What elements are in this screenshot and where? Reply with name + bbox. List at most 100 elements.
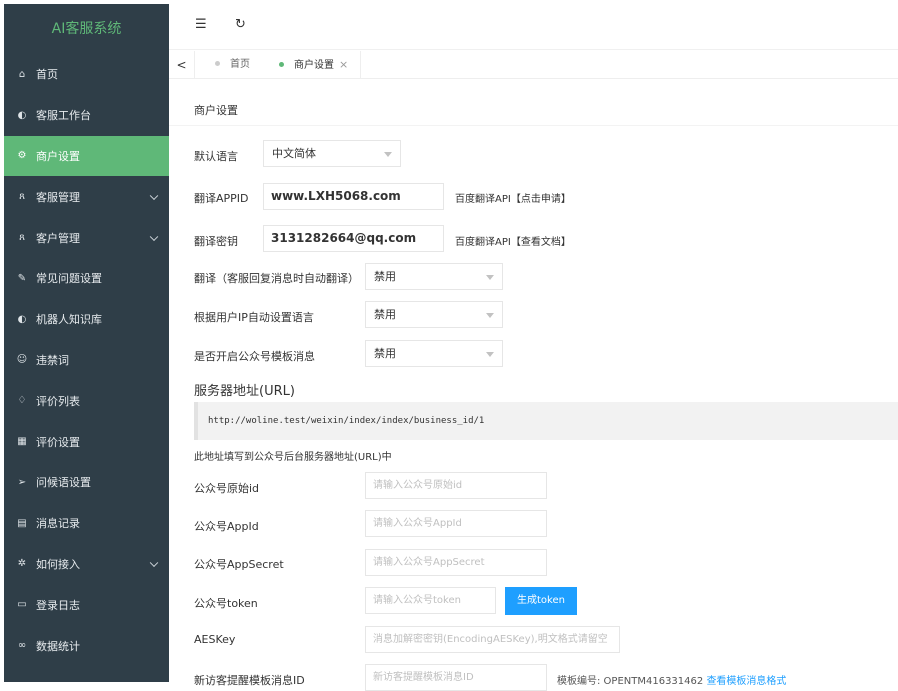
sidebar-item-6[interactable]: ◐ 机器人知识库: [4, 299, 169, 340]
thumbs-up-icon: ♢: [16, 395, 28, 406]
tab-merchant-settings[interactable]: 商户设置 ×: [279, 51, 361, 79]
default-language-value: 中文简体: [272, 147, 316, 160]
auto-translate-select[interactable]: 禁用: [365, 263, 503, 290]
mp-appid-input[interactable]: 请输入公众号AppId: [365, 510, 547, 537]
sidebar-item-10[interactable]: ➢ 问候语设置: [4, 462, 169, 503]
sidebar-item-5[interactable]: ✎ 常见问题设置: [4, 258, 169, 299]
translate-key-input[interactable]: 3131282664@qq.com: [263, 225, 444, 252]
template-msg-label: 是否开启公众号模板消息: [194, 348, 315, 364]
top-bar: ☰ ↻: [169, 4, 898, 50]
tab-bar: < 首页 商户设置 ×: [169, 51, 898, 79]
sidebar-item-label: 登录日志: [36, 597, 80, 613]
edit-icon: ✎: [16, 273, 28, 284]
ip-language-label: 根据用户IP自动设置语言: [194, 309, 314, 325]
default-language-select[interactable]: 中文简体: [263, 140, 401, 167]
server-url-note: 此地址填写到公众号后台服务器地址(URL)中: [194, 448, 392, 463]
server-url-code[interactable]: http://woline.test/weixin/index/index/bu…: [194, 402, 898, 440]
sidebar-item-3[interactable]: ጸ 客服管理: [4, 176, 169, 217]
translate-appid-label: 翻译APPID: [194, 190, 249, 206]
dropdown-arrow-icon: [384, 152, 392, 157]
chart-icon: ∞: [16, 640, 28, 651]
sidebar-item-label: 客服工作台: [36, 107, 91, 123]
home-icon: ⌂: [16, 69, 28, 80]
mp-token-input[interactable]: 请输入公众号token: [365, 587, 496, 614]
sidebar-item-label: 问候语设置: [36, 474, 91, 490]
headset-icon: ◐: [16, 110, 28, 121]
sidebar-item-label: 评价设置: [36, 434, 80, 450]
template-msg-select[interactable]: 禁用: [365, 340, 503, 367]
users-icon: ጸ: [16, 232, 28, 243]
sidebar-item-1[interactable]: ◐ 客服工作台: [4, 95, 169, 136]
sidebar-item-label: 客服管理: [36, 189, 80, 205]
visitor-template-input[interactable]: 新访客提醒模板消息ID: [365, 664, 547, 691]
plugin-icon: ✲: [16, 558, 28, 569]
server-url-title: 服务器地址(URL): [194, 380, 295, 399]
main-content: 商户设置 默认语言 中文简体 翻译APPID www.LXH5068.com 百…: [169, 80, 898, 682]
page-title: 商户设置: [194, 102, 238, 118]
tab-home[interactable]: 首页: [215, 51, 267, 79]
template-msg-value: 禁用: [374, 347, 396, 360]
sidebar-item-label: 商户设置: [36, 148, 80, 164]
sidebar-item-label: 机器人知识库: [36, 311, 102, 327]
sidebar-item-label: 违禁词: [36, 352, 69, 368]
visitor-template-code: 模板编号: OPENTM416331462 查看模板消息格式: [557, 672, 786, 687]
chevron-down-icon: [150, 232, 158, 240]
sidebar-item-7[interactable]: ☺ 违禁词: [4, 340, 169, 381]
sidebar-item-9[interactable]: ▦ 评价设置: [4, 421, 169, 462]
auto-translate-value: 禁用: [374, 270, 396, 283]
robot-icon: ◐: [16, 314, 28, 325]
calendar-icon: ▦: [16, 436, 28, 447]
app-title: AI客服系统: [4, 4, 169, 54]
sidebar-item-label: 消息记录: [36, 515, 80, 531]
window-icon: ▭: [16, 599, 28, 610]
mp-token-label: 公众号token: [194, 595, 258, 611]
generate-token-button[interactable]: 生成token: [505, 587, 577, 615]
sidebar-item-8[interactable]: ♢ 评价列表: [4, 380, 169, 421]
refresh-icon[interactable]: ↻: [235, 17, 246, 32]
translate-key-label: 翻译密钥: [194, 233, 238, 249]
sidebar: AI客服系统 ⌂ 首页 ◐ 客服工作台 ⚙ 商户设置 ጸ 客服管理 ጸ客户管理 ✎ 常见问题设置 ◐ 机…: [4, 4, 169, 682]
sidebar-item-13[interactable]: ▭ 登录日志: [4, 584, 169, 625]
sidebar-item-0[interactable]: ⌂ 首页: [4, 54, 169, 95]
dropdown-arrow-icon: [486, 275, 494, 280]
user-icon: ጸ: [16, 191, 28, 202]
face-icon: ☺: [16, 354, 28, 365]
sidebar-item-label: 首页: [36, 66, 58, 82]
sidebar-nav: ⌂ 首页 ◐ 客服工作台 ⚙ 商户设置 ጸ 客服管理 ጸ客户管理 ✎ 常见问题设置 ◐ 机器人知识库 ☺ 违…: [4, 54, 169, 666]
tab-scroll-left-icon[interactable]: <: [169, 51, 195, 79]
visitor-template-label: 新访客提醒模板消息ID: [194, 672, 305, 688]
sidebar-item-label: 如何接入: [36, 556, 80, 572]
mp-appsecret-label: 公众号AppSecret: [194, 556, 284, 572]
mp-original-id-label: 公众号原始id: [194, 480, 259, 496]
log-icon: ▤: [16, 518, 28, 529]
sidebar-item-2[interactable]: ⚙ 商户设置: [4, 136, 169, 177]
sidebar-item-14[interactable]: ∞ 数据统计: [4, 625, 169, 666]
sidebar-item-4[interactable]: ጸ客户管理: [4, 217, 169, 258]
default-language-label: 默认语言: [194, 148, 238, 164]
translate-key-helper[interactable]: 百度翻译API【查看文档】: [455, 233, 571, 248]
sidebar-item-12[interactable]: ✲ 如何接入: [4, 544, 169, 585]
title-divider: [169, 125, 898, 126]
mp-appid-label: 公众号AppId: [194, 518, 259, 534]
ip-language-select[interactable]: 禁用: [365, 301, 503, 328]
aeskey-input[interactable]: 消息加解密密钥(EncodingAESKey),明文格式请留空: [365, 626, 620, 653]
gear-icon: ⚙: [16, 150, 28, 161]
sidebar-item-label: 评价列表: [36, 393, 80, 409]
sidebar-item-label: 数据统计: [36, 638, 80, 654]
mp-appsecret-input[interactable]: 请输入公众号AppSecret: [365, 549, 547, 576]
tab-close-icon[interactable]: ×: [339, 58, 348, 71]
sidebar-item-11[interactable]: ▤ 消息记录: [4, 503, 169, 544]
dropdown-arrow-icon: [486, 313, 494, 318]
chevron-down-icon: [150, 191, 158, 199]
send-icon: ➢: [16, 477, 28, 488]
menu-toggle-icon[interactable]: ☰: [195, 17, 207, 32]
tab-current-label: 商户设置: [294, 60, 334, 71]
tab-home-label: 首页: [230, 59, 250, 70]
translate-appid-helper[interactable]: 百度翻译API【点击申请】: [455, 190, 571, 205]
auto-translate-label: 翻译（客服回复消息时自动翻译）: [194, 270, 359, 286]
mp-original-id-input[interactable]: 请输入公众号原始id: [365, 472, 547, 499]
translate-appid-input[interactable]: www.LXH5068.com: [263, 183, 444, 210]
tab-dot-icon: [215, 61, 220, 66]
chevron-down-icon: [150, 559, 158, 567]
sidebar-item-label: 常见问题设置: [36, 270, 102, 286]
